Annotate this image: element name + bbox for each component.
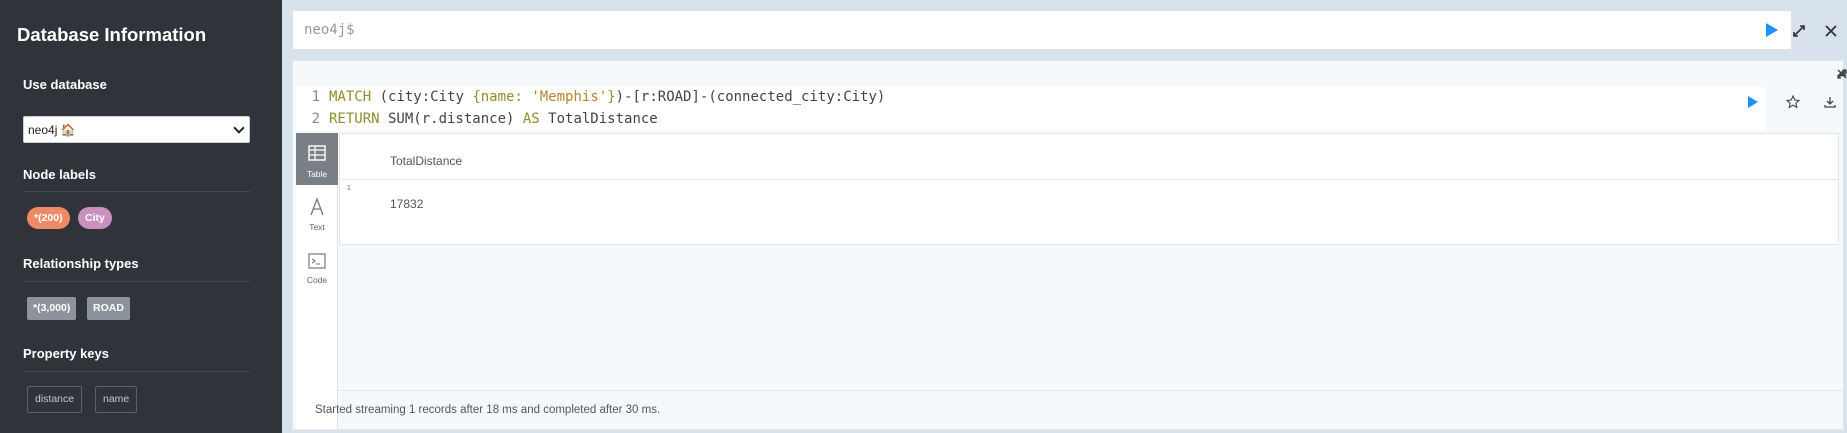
code-icon	[308, 253, 326, 269]
result-frame: 1 MATCH (city:City {name: 'Memphis'})-[r:…	[292, 60, 1847, 430]
node-label-city[interactable]: City	[78, 207, 112, 229]
node-label-all[interactable]: *(200)	[27, 207, 70, 229]
fullscreen-icon[interactable]	[1788, 20, 1810, 42]
query-line-1: 1 MATCH (city:City {name: 'Memphis'})-[r:…	[311, 89, 886, 105]
status-text: Started streaming 1 records after 18 ms …	[315, 404, 661, 416]
chevron-down-icon	[233, 122, 245, 134]
tab-table-label: Table	[306, 169, 328, 179]
close-icon[interactable]	[1820, 20, 1842, 42]
relationship-type-all[interactable]: *(3,000)	[27, 297, 77, 320]
tab-code-label: Code	[306, 275, 328, 285]
property-keys-heading: Property keys	[23, 346, 109, 361]
query-line-2: 2 RETURN SUM(r.distance) AS TotalDistance	[311, 111, 658, 127]
close-frame-icon[interactable]	[1835, 67, 1847, 81]
query-editor[interactable]: neo4j$	[292, 10, 1792, 50]
column-header: TotalDistance	[390, 154, 463, 168]
database-select-value: neo4j 🏠	[28, 123, 76, 137]
node-labels-heading: Node labels	[23, 167, 96, 182]
result-table: TotalDistance 1 17832	[339, 133, 1839, 245]
use-database-heading: Use database	[23, 77, 107, 92]
tab-table[interactable]: Table	[296, 133, 338, 185]
table-cell: 17832	[390, 197, 424, 211]
tab-text-label: Text	[309, 222, 325, 232]
property-key-name[interactable]: name	[95, 386, 138, 413]
main-area: neo4j$ 1 MATCH (city:City {name: 'Memphis	[282, 0, 1847, 433]
divider	[340, 179, 1838, 180]
favorite-star-icon[interactable]	[1782, 91, 1804, 113]
divider	[23, 281, 250, 282]
relationship-type-road[interactable]: ROAD	[87, 297, 130, 320]
row-number: 1	[347, 185, 351, 192]
text-icon	[310, 197, 324, 216]
relationship-types-heading: Relationship types	[23, 256, 139, 271]
divider	[338, 390, 1843, 391]
divider	[23, 191, 250, 192]
rerun-icon[interactable]	[1742, 91, 1764, 113]
sidebar-title: Database Information	[17, 24, 207, 45]
database-select[interactable]: neo4j 🏠	[23, 116, 250, 143]
property-key-distance[interactable]: distance	[27, 386, 83, 413]
editor-prompt: neo4j$	[304, 22, 355, 38]
divider	[23, 371, 250, 372]
tab-text[interactable]: Text	[296, 187, 338, 239]
download-icon[interactable]	[1819, 91, 1841, 113]
database-info-sidebar: Database Information Use database neo4j …	[0, 0, 282, 433]
tab-code[interactable]: Code	[296, 241, 338, 293]
query-code[interactable]: 1 MATCH (city:City {name: 'Memphis'})-[r:…	[296, 87, 1766, 131]
run-icon[interactable]	[1763, 21, 1781, 39]
table-icon	[308, 145, 326, 161]
view-switcher: Table Text Code	[296, 133, 338, 429]
